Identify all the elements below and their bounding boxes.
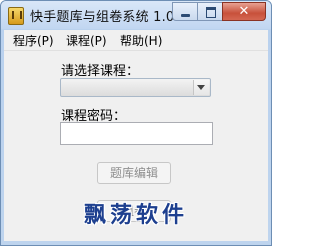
menu-program[interactable]: 程序(P) [13, 32, 54, 49]
app-window: 快手题库与组卷系统 1.0 ✕ 程序(P) 课程(P) 帮助(H) 请选择课程：… [0, 0, 272, 246]
maximize-button[interactable] [197, 2, 223, 21]
menu-help[interactable]: 帮助(H) [120, 32, 162, 49]
bank-edit-button[interactable]: 题库编辑 [97, 162, 171, 184]
close-button[interactable]: ✕ [222, 2, 266, 21]
title-bar[interactable]: 快手题库与组卷系统 1.0 ✕ [1, 1, 271, 29]
chevron-down-icon[interactable] [193, 80, 209, 95]
course-select-label: 请选择课程： [61, 64, 140, 79]
course-select[interactable] [60, 78, 211, 97]
watermark-text: 飘荡软件 [84, 203, 189, 228]
app-icon[interactable] [8, 7, 24, 25]
window-title: 快手题库与组卷系统 1.0 [30, 10, 175, 25]
close-icon: ✕ [238, 4, 250, 19]
main-panel: 请选择课程： 课程密码： 题库编辑 组卷 飘荡软件 [4, 51, 268, 241]
minimize-button[interactable] [172, 2, 198, 21]
course-password-input[interactable] [60, 122, 213, 145]
menu-course[interactable]: 课程(P) [66, 32, 107, 49]
menu-bar: 程序(P) 课程(P) 帮助(H) [4, 30, 268, 51]
